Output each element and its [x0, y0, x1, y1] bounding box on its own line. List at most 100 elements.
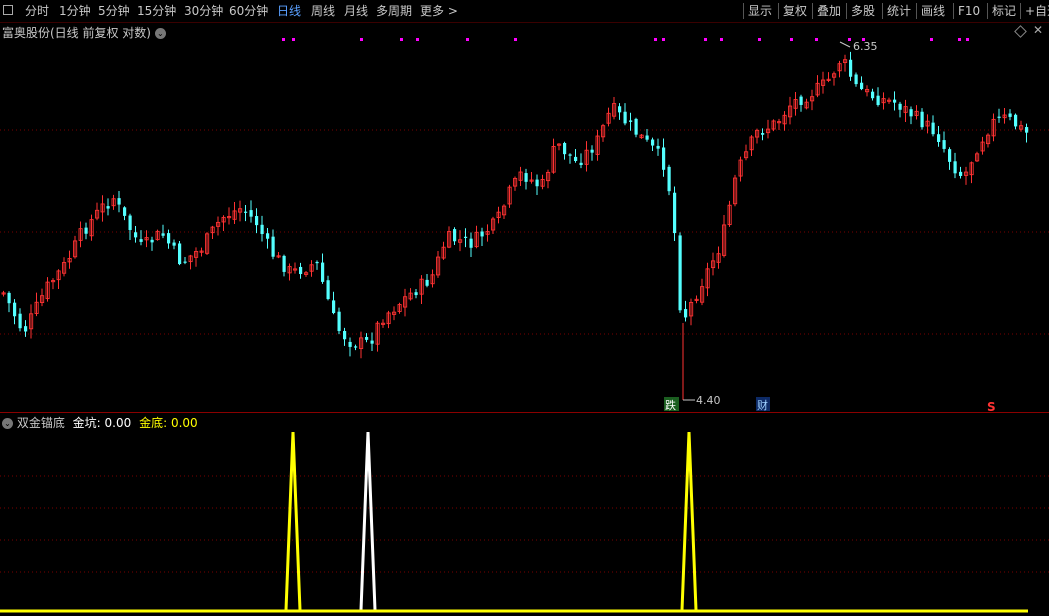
high-price-label: 6.35	[853, 40, 878, 53]
candle-body	[761, 133, 765, 135]
candle-body	[469, 238, 473, 248]
candle-body	[414, 292, 418, 296]
tab-10[interactable]: 更多 >	[420, 3, 458, 19]
tab-8[interactable]: 月线	[344, 3, 368, 19]
candle-body	[249, 210, 253, 217]
tab-3[interactable]: 15分钟	[137, 3, 176, 19]
jindi-spike	[680, 431, 698, 611]
candle-body	[898, 103, 902, 110]
candle-body	[629, 120, 633, 122]
tool-button-2[interactable]: 叠加	[817, 3, 841, 19]
candle-body	[370, 340, 374, 344]
candle-body	[948, 149, 952, 162]
signal-dot	[282, 38, 285, 41]
signal-dot	[400, 38, 403, 41]
tab-6[interactable]: 日线	[277, 3, 301, 19]
candle-body	[425, 279, 429, 286]
candle-body	[464, 236, 468, 238]
tab-7[interactable]: 周线	[311, 3, 335, 19]
indicator-chart[interactable]	[0, 413, 1049, 616]
chevron-down-icon[interactable]: ⌄	[2, 418, 13, 429]
tool-button-3[interactable]: 多股	[851, 3, 875, 19]
candle-body	[1025, 127, 1029, 133]
signal-dot	[790, 38, 793, 41]
candlestick-chart[interactable]: 6.354.40跌财 S	[0, 23, 1049, 413]
indicator-name: 双金锚底	[16, 416, 65, 430]
tab-1[interactable]: 1分钟	[59, 3, 91, 19]
toggle-panel-icon[interactable]	[3, 5, 13, 15]
signal-dot	[662, 38, 665, 41]
candle-body	[673, 192, 677, 234]
tab-0[interactable]: 分时	[25, 3, 49, 19]
candle-body	[959, 171, 963, 176]
candle-body	[590, 149, 594, 153]
signal-dot	[416, 38, 419, 41]
die-marker: 跌	[665, 398, 676, 412]
candle-body	[799, 96, 803, 105]
candle-body	[860, 82, 864, 90]
candle-body	[524, 173, 528, 182]
tool-button-1[interactable]: 复权	[783, 3, 807, 19]
stock-title: 富奥股份(日线 前复权 对数) ⌄	[2, 24, 166, 41]
close-icon[interactable]: ✕	[1033, 23, 1043, 37]
tool-button-5[interactable]: 画线	[921, 3, 945, 19]
high-pointer	[839, 41, 851, 48]
tool-button-8[interactable]: +自选	[1025, 3, 1049, 19]
candle-body	[574, 156, 578, 162]
jindi-label: 金底:	[139, 416, 168, 430]
signal-dot	[654, 38, 657, 41]
tab-9[interactable]: 多周期	[376, 3, 412, 19]
tool-button-6[interactable]: F10	[958, 3, 980, 19]
candle-body	[282, 255, 286, 272]
tool-button-7[interactable]: 标记	[992, 3, 1016, 19]
tool-button-0[interactable]: 显示	[748, 3, 772, 19]
low-price-label: 4.40	[696, 394, 721, 407]
signal-dot	[966, 38, 969, 41]
candle-body	[893, 99, 897, 103]
candle-body	[684, 309, 688, 318]
candle-body	[365, 336, 369, 340]
toolbar-separator	[846, 3, 847, 19]
candle-body	[13, 302, 17, 317]
candle-body	[326, 280, 330, 300]
candle-body	[172, 242, 176, 246]
candle-body	[568, 154, 572, 156]
candle-body	[453, 229, 457, 242]
candle-body	[348, 341, 352, 347]
tool-button-4[interactable]: 统计	[887, 3, 911, 19]
candle-body	[667, 166, 671, 192]
candle-body	[18, 313, 22, 329]
candle-body	[183, 261, 187, 263]
candle-body	[299, 266, 303, 275]
candle-body	[651, 139, 655, 146]
candle-body	[920, 111, 924, 128]
toolbar-separator	[987, 3, 988, 19]
candle-body	[315, 261, 319, 264]
signal-dot	[815, 38, 818, 41]
candle-body	[1008, 113, 1012, 117]
indicator-legend: ⌄ 双金锚底 金坑: 0.00 金底: 0.00	[2, 414, 198, 431]
cai-marker: 财	[757, 398, 768, 412]
candle-body	[563, 142, 567, 155]
candle-body	[579, 162, 583, 166]
signal-dot	[720, 38, 723, 41]
candle-body	[7, 292, 11, 304]
candle-body	[343, 330, 347, 340]
tab-5[interactable]: 60分钟	[229, 3, 268, 19]
jindi-spike	[284, 431, 302, 611]
candle-body	[260, 224, 264, 235]
signal-dot	[514, 38, 517, 41]
tab-2[interactable]: 5分钟	[98, 3, 130, 19]
candle-body	[255, 216, 259, 226]
signal-dot	[848, 38, 851, 41]
jindi-value: 0.00	[170, 416, 198, 430]
candle-body	[634, 118, 638, 135]
chevron-down-icon[interactable]: ⌄	[154, 28, 166, 39]
tab-4[interactable]: 30分钟	[184, 3, 223, 19]
candle-body	[645, 135, 649, 140]
candle-body	[271, 236, 275, 257]
candle-body	[139, 239, 143, 242]
candle-body	[849, 59, 853, 77]
candle-body	[623, 111, 627, 124]
toolbar-separator	[778, 3, 779, 19]
